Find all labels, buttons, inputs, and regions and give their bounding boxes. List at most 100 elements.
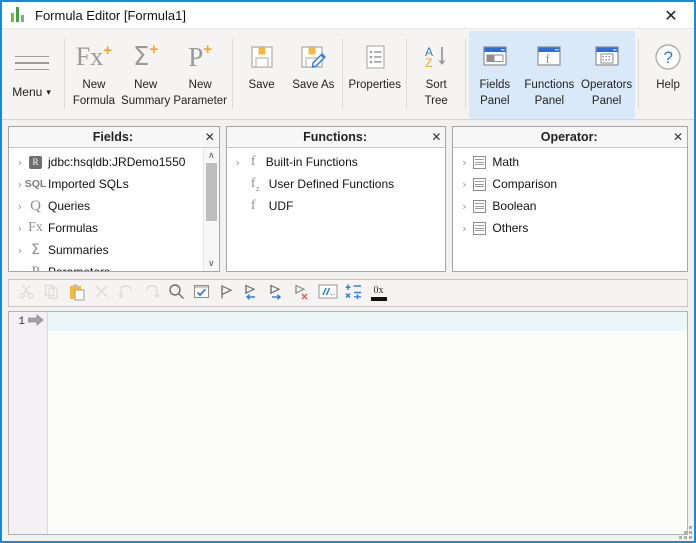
bookmark-button[interactable]	[214, 281, 239, 305]
user-function-icon: fz	[250, 176, 260, 193]
close-window-button[interactable]: ✕	[648, 2, 694, 28]
tree-item-summaries[interactable]: › Σ Summaries	[9, 239, 203, 261]
clear-bookmark-button[interactable]	[289, 281, 314, 305]
operator-panel-header: Operator: ✕	[453, 127, 687, 148]
tree-item-jdbc[interactable]: › R jdbc:hsqldb:JRDemo1550	[9, 151, 203, 173]
tree-item-parameters[interactable]: › P Parameters	[9, 261, 203, 272]
parameter-icon: P	[26, 264, 45, 272]
expander-icon[interactable]: ›	[14, 266, 26, 272]
functions-panel-button[interactable]: f Functions Panel	[520, 31, 578, 119]
tree-item-user-defined-functions[interactable]: › fz User Defined Functions	[227, 173, 446, 195]
tree-item-math[interactable]: › Math	[453, 151, 687, 173]
hex-button[interactable]: 0x	[366, 281, 391, 305]
sql-icon: SQL	[24, 178, 47, 190]
scroll-up-icon[interactable]: ∧	[204, 148, 219, 163]
tree-item-imported-sqls[interactable]: › SQL Imported SQLs	[9, 173, 203, 195]
functions-panel: Functions: ✕ › f Built-in Functions › fz	[225, 126, 447, 272]
fields-panel-label-1: Fields	[479, 79, 511, 91]
tree-item-udf[interactable]: › f UDF	[227, 195, 446, 217]
operators-panel-icon	[592, 38, 622, 76]
properties-button[interactable]: Properties	[346, 31, 403, 119]
sort-tree-label-1: Sort	[425, 79, 447, 91]
scroll-down-icon[interactable]: ∨	[204, 256, 219, 271]
comment-icon	[317, 284, 338, 302]
expander-placeholder: ›	[232, 178, 244, 191]
functions-panel-label-1: Functions	[524, 79, 575, 91]
tree-item-label: Summaries	[48, 243, 109, 257]
sigma-plus-icon: Σ +	[133, 40, 159, 73]
menu-button[interactable]: Menu ▾	[2, 31, 61, 119]
fields-panel-title: Fields:	[92, 130, 134, 144]
tree-item-label: Others	[492, 221, 529, 235]
expander-icon[interactable]: ›	[14, 200, 26, 213]
new-parameter-button[interactable]: P + New Parameter	[172, 31, 229, 119]
functions-tree: › f Built-in Functions › fz User Defined…	[227, 148, 446, 271]
help-button[interactable]: ? Help	[642, 31, 694, 119]
cut-button[interactable]	[14, 281, 39, 305]
editor-text-area[interactable]	[48, 312, 687, 534]
tree-item-label: Comparison	[492, 177, 558, 191]
expander-icon[interactable]: ›	[232, 156, 244, 169]
new-parameter-label-1: New	[188, 79, 212, 91]
tree-item-built-in-functions[interactable]: › f Built-in Functions	[227, 151, 446, 173]
fields-panel-button[interactable]: Fields Panel	[468, 31, 521, 119]
operators-panel-label-2: Panel	[591, 95, 622, 107]
save-label: Save	[248, 79, 275, 91]
title-bar: Formula Editor [Formula1] ✕	[2, 2, 694, 29]
help-label: Help	[656, 79, 680, 91]
tree-item-comparison[interactable]: › Comparison	[453, 173, 687, 195]
functions-panel-icon: f	[534, 38, 564, 76]
operators-panel-label-1: Operators	[581, 79, 633, 91]
redo-button[interactable]	[139, 281, 164, 305]
expander-icon[interactable]: ›	[458, 222, 470, 235]
sort-tree-label-2: Tree	[424, 95, 448, 107]
next-bookmark-button[interactable]	[264, 281, 289, 305]
tree-item-label: User Defined Functions	[268, 177, 395, 191]
tree-item-formulas[interactable]: › Fx Formulas	[9, 217, 203, 239]
save-button[interactable]: Save	[236, 31, 288, 119]
save-as-button[interactable]: Save As	[287, 31, 339, 119]
operator-panel-close-icon[interactable]: ✕	[669, 130, 687, 144]
expander-icon[interactable]: ›	[458, 178, 470, 191]
expander-icon[interactable]: ›	[14, 156, 26, 169]
tree-item-label: Imported SQLs	[48, 177, 129, 191]
operators-button[interactable]	[341, 281, 366, 305]
p-plus-icon: P +	[188, 40, 213, 72]
copy-button[interactable]	[39, 281, 64, 305]
tree-item-others[interactable]: › Others	[453, 217, 687, 239]
fields-panel-scrollbar[interactable]: ∧ ∨	[202, 148, 219, 271]
calculator-icon	[470, 155, 489, 169]
tree-item-boolean[interactable]: › Boolean	[453, 195, 687, 217]
expander-icon[interactable]: ›	[14, 244, 26, 257]
bookmark-icon	[219, 284, 234, 303]
paste-button[interactable]	[64, 281, 89, 305]
search-icon	[168, 283, 185, 303]
next-bookmark-icon	[268, 284, 285, 303]
tree-item-label: UDF	[268, 199, 294, 213]
comment-button[interactable]	[314, 281, 341, 305]
expander-icon[interactable]: ›	[458, 156, 470, 169]
validate-button[interactable]	[189, 281, 214, 305]
previous-bookmark-button[interactable]	[239, 281, 264, 305]
cut-icon	[18, 283, 35, 303]
new-formula-button[interactable]: Fx + New Formula	[68, 31, 120, 119]
new-summary-button[interactable]: Σ + New Summary	[120, 31, 172, 119]
hamburger-icon	[14, 51, 49, 76]
expander-icon[interactable]: ›	[14, 222, 26, 235]
scrollbar-track[interactable]	[204, 163, 219, 256]
calculator-icon	[470, 199, 489, 213]
fields-panel-close-icon[interactable]: ✕	[201, 130, 219, 144]
editor-line-1[interactable]	[48, 312, 687, 331]
save-as-icon	[298, 38, 328, 76]
operators-panel-button[interactable]: Operators Panel	[577, 31, 636, 119]
scrollbar-thumb[interactable]	[205, 163, 217, 221]
expander-icon[interactable]: ›	[458, 200, 470, 213]
functions-panel-close-icon[interactable]: ✕	[427, 130, 445, 144]
calculator-icon	[470, 177, 489, 191]
undo-button[interactable]	[114, 281, 139, 305]
sort-tree-button[interactable]: A Z Sort Tree	[410, 31, 462, 119]
delete-button[interactable]	[89, 281, 114, 305]
search-button[interactable]	[164, 281, 189, 305]
tree-item-queries[interactable]: › Q Queries	[9, 195, 203, 217]
formula-code-editor[interactable]: 1	[8, 311, 688, 535]
